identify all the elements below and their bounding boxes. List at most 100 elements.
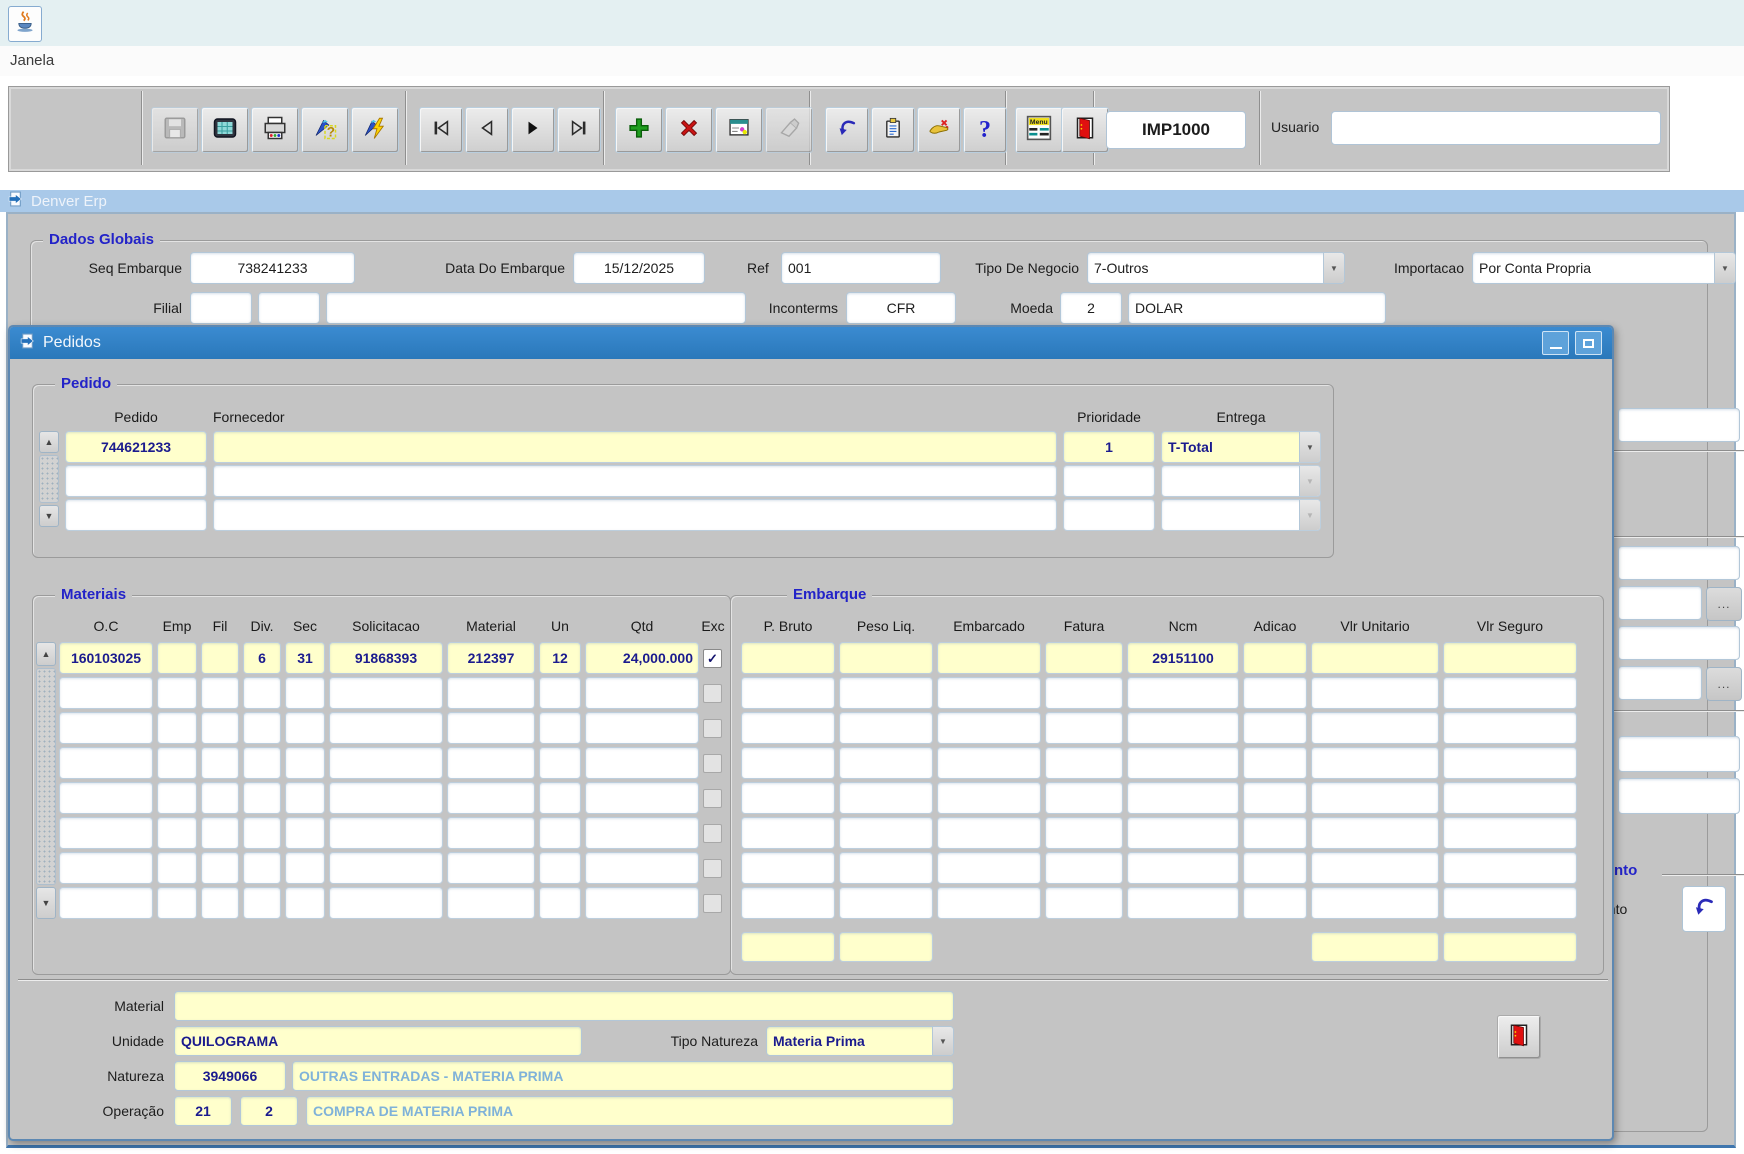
fatura-cell[interactable]	[1045, 677, 1123, 709]
vlr-unitario-cell[interactable]	[1311, 712, 1439, 744]
bg-field[interactable]	[1618, 626, 1740, 660]
embarcado-cell[interactable]	[937, 817, 1041, 849]
oc-cell[interactable]	[59, 817, 153, 849]
scrollbar-track[interactable]	[36, 668, 56, 885]
p-bruto-cell[interactable]	[741, 677, 835, 709]
div-cell[interactable]	[243, 817, 281, 849]
emp-cell[interactable]	[157, 677, 197, 709]
maximize-button[interactable]	[1575, 331, 1602, 355]
moeda-code-field[interactable]: 2	[1060, 292, 1122, 324]
lookup-ellipsis-button[interactable]: ...	[1706, 667, 1742, 701]
exc-checkbox-checked[interactable]: ✓	[703, 649, 722, 668]
bg-field[interactable]	[1618, 408, 1740, 442]
vlr-seguro-cell[interactable]	[1443, 782, 1577, 814]
entrega-select[interactable]: ▼	[1161, 499, 1321, 531]
prioridade-cell[interactable]	[1063, 465, 1155, 497]
material-cell[interactable]: 212397	[447, 642, 535, 674]
chevron-down-icon[interactable]: ▼	[932, 1027, 953, 1055]
oc-cell[interactable]	[59, 852, 153, 884]
pedido-cell[interactable]: 744621233	[65, 431, 207, 463]
entrega-select[interactable]: T-Total▼	[1161, 431, 1321, 463]
vlr-seguro-cell[interactable]	[1443, 817, 1577, 849]
prioridade-cell[interactable]	[1063, 499, 1155, 531]
fatura-cell[interactable]	[1045, 642, 1123, 674]
fil-cell[interactable]	[201, 677, 239, 709]
fornecedor-cell[interactable]	[213, 431, 1057, 463]
help-button[interactable]: ?	[963, 107, 1007, 153]
lookup-ellipsis-button[interactable]: ...	[1706, 587, 1742, 621]
qtd-cell[interactable]	[585, 747, 699, 779]
fil-cell[interactable]	[201, 887, 239, 919]
adicao-cell[interactable]	[1243, 642, 1307, 674]
material-cell[interactable]	[447, 677, 535, 709]
material-cell[interactable]	[447, 747, 535, 779]
bg-field[interactable]	[1618, 736, 1740, 772]
screen-button[interactable]	[201, 107, 249, 153]
qtd-cell[interactable]	[585, 677, 699, 709]
peso-liq-cell[interactable]	[839, 642, 933, 674]
fatura-cell[interactable]	[1045, 782, 1123, 814]
unidade-field[interactable]: QUILOGRAMA	[174, 1026, 582, 1056]
adicao-cell[interactable]	[1243, 817, 1307, 849]
print-button[interactable]	[251, 107, 299, 153]
exc-checkbox[interactable]	[703, 824, 722, 843]
ncm-cell[interactable]	[1127, 817, 1239, 849]
qtd-cell[interactable]	[585, 817, 699, 849]
vlr-unitario-cell[interactable]	[1311, 782, 1439, 814]
importacao-select[interactable]: Por Conta Propria▼	[1472, 252, 1736, 284]
data-do-embarque-field[interactable]: 15/12/2025	[573, 252, 705, 284]
next-record-button[interactable]	[511, 107, 555, 153]
emp-cell[interactable]	[157, 782, 197, 814]
operacao-code2-field[interactable]: 2	[240, 1096, 298, 1126]
minimize-button[interactable]	[1542, 331, 1569, 355]
fatura-cell[interactable]	[1045, 712, 1123, 744]
material-cell[interactable]	[447, 782, 535, 814]
vlr-unitario-cell[interactable]	[1311, 747, 1439, 779]
tipo-de-negocio-select[interactable]: 7-Outros▼	[1087, 252, 1345, 284]
fornecedor-cell[interactable]	[213, 465, 1057, 497]
scroll-down-button[interactable]: ▼	[39, 505, 59, 527]
vlr-seguro-cell[interactable]	[1443, 712, 1577, 744]
operacao-code1-field[interactable]: 21	[174, 1096, 232, 1126]
exc-checkbox[interactable]	[703, 859, 722, 878]
fatura-cell[interactable]	[1045, 852, 1123, 884]
material-cell[interactable]	[447, 852, 535, 884]
chevron-down-icon[interactable]: ▼	[1323, 253, 1344, 283]
emp-cell[interactable]	[157, 817, 197, 849]
adicao-cell[interactable]	[1243, 712, 1307, 744]
oc-cell[interactable]	[59, 887, 153, 919]
solicitacao-cell[interactable]	[329, 887, 443, 919]
p-bruto-cell[interactable]	[741, 852, 835, 884]
ncm-cell[interactable]	[1127, 712, 1239, 744]
adicao-cell[interactable]	[1243, 677, 1307, 709]
div-cell[interactable]	[243, 852, 281, 884]
vlr-unitario-cell[interactable]	[1311, 677, 1439, 709]
qtd-cell[interactable]	[585, 887, 699, 919]
un-cell[interactable]	[539, 747, 581, 779]
sec-cell[interactable]	[285, 782, 325, 814]
embarcado-cell[interactable]	[937, 747, 1041, 779]
scrollbar-track[interactable]	[39, 455, 59, 503]
menu-button[interactable]: Menu	[1015, 107, 1063, 153]
prioridade-cell[interactable]: 1	[1063, 431, 1155, 463]
window-titlebar[interactable]: Denver Erp	[0, 190, 1744, 212]
exc-checkbox[interactable]	[703, 754, 722, 773]
ncm-cell[interactable]	[1127, 677, 1239, 709]
bg-undo-button[interactable]	[1682, 886, 1726, 932]
oc-cell[interactable]	[59, 782, 153, 814]
solicitacao-cell[interactable]	[329, 747, 443, 779]
bg-field[interactable]	[1618, 586, 1702, 620]
embarcado-cell[interactable]	[937, 642, 1041, 674]
fil-cell[interactable]	[201, 782, 239, 814]
solicitacao-cell[interactable]: 91868393	[329, 642, 443, 674]
div-cell[interactable]: 6	[243, 642, 281, 674]
sec-cell[interactable]	[285, 712, 325, 744]
sec-cell[interactable]	[285, 887, 325, 919]
fil-cell[interactable]	[201, 712, 239, 744]
un-cell[interactable]	[539, 887, 581, 919]
seq-embarque-field[interactable]: 738241233	[190, 252, 355, 284]
p-bruto-cell[interactable]	[741, 887, 835, 919]
exc-checkbox[interactable]	[703, 684, 722, 703]
usuario-input[interactable]	[1331, 111, 1661, 145]
bg-field[interactable]	[1618, 546, 1740, 580]
